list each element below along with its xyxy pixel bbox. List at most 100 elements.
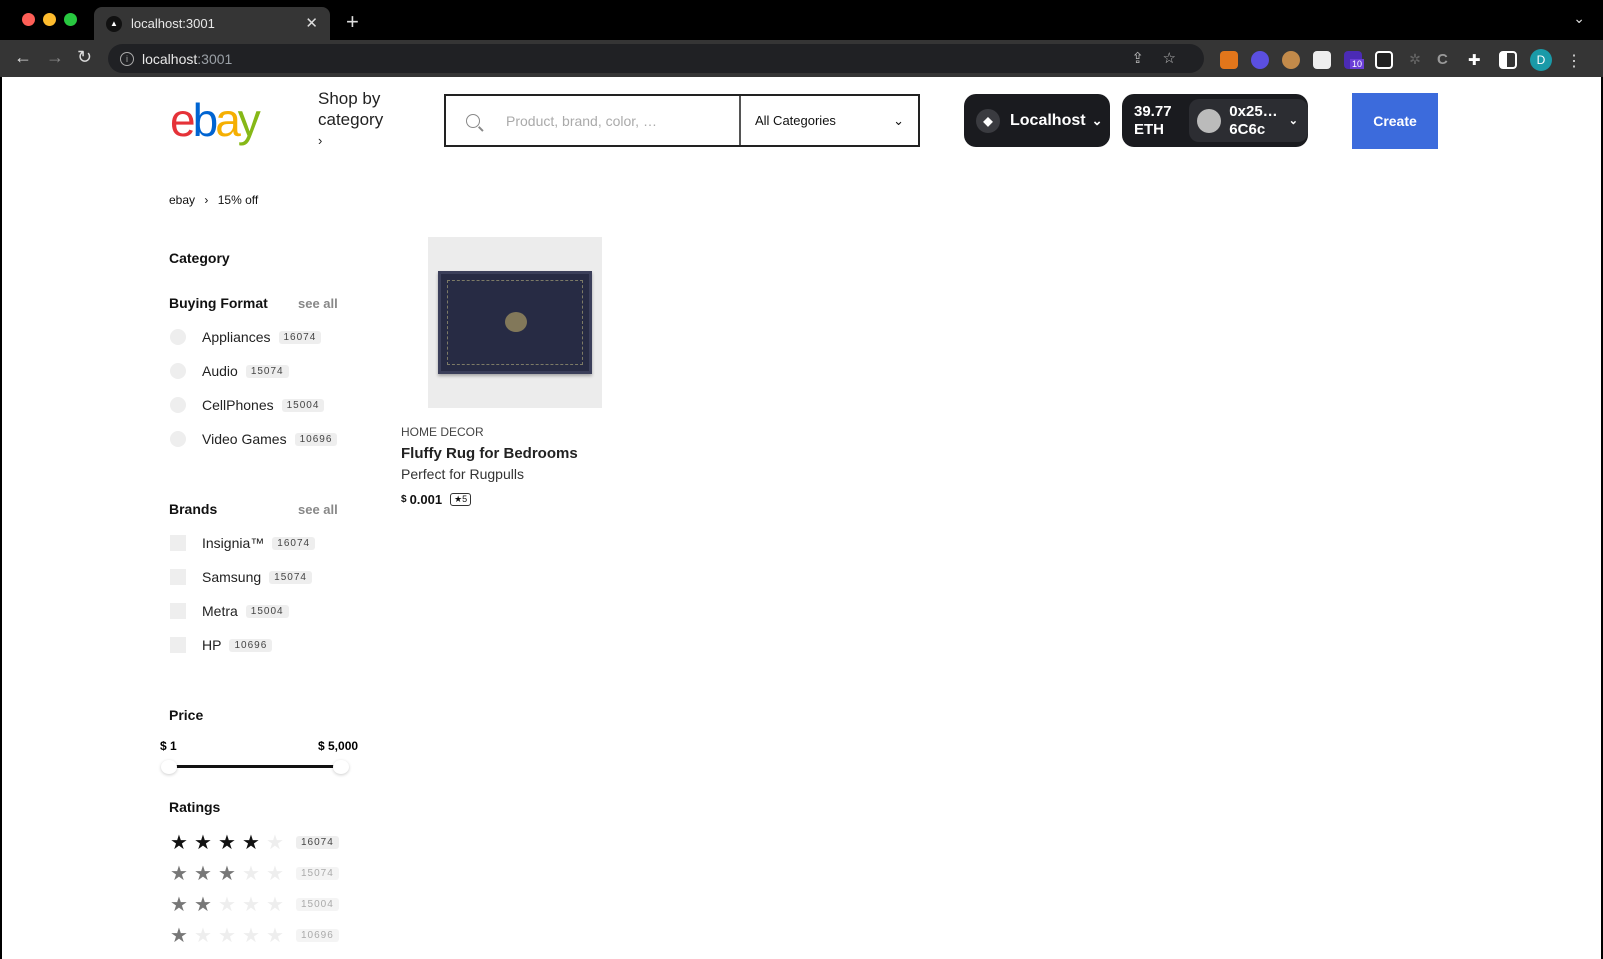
brands-see-all[interactable]: see all <box>298 502 338 517</box>
tab-search-chevron-icon[interactable]: ⌄ <box>1573 10 1585 27</box>
count-badge: 15004 <box>296 898 339 911</box>
radio-button[interactable] <box>170 397 186 413</box>
minimize-window-button[interactable] <box>43 13 56 26</box>
new-tab-button[interactable]: + <box>346 9 359 35</box>
price-slider-track[interactable] <box>172 765 342 768</box>
category-select-value: All Categories <box>755 113 836 128</box>
search-input[interactable]: Product, brand, color, … <box>446 96 741 145</box>
site-info-icon[interactable]: i <box>120 51 134 66</box>
chevron-down-icon: ⌄ <box>893 112 904 128</box>
breadcrumb-current: 15% off <box>217 193 259 207</box>
chevron-down-icon: ⌄ <box>1288 115 1298 127</box>
star-icon: ★ <box>194 894 212 916</box>
ghost-extension-icon[interactable] <box>1251 51 1269 69</box>
star-icon: ★ <box>218 832 236 854</box>
price-max: $ 5,000 <box>318 739 359 753</box>
buying-format-see-all[interactable]: see all <box>298 296 338 311</box>
vercel-favicon-icon: ▲ <box>106 15 122 32</box>
forward-icon[interactable]: → <box>46 47 64 68</box>
metamask-extension-icon[interactable] <box>1220 51 1238 69</box>
rating-filter-option[interactable]: ★ ★ ★ ★ ★ 15074 <box>170 861 339 886</box>
goggles-extension-icon[interactable] <box>1375 51 1393 69</box>
product-image[interactable] <box>428 237 602 408</box>
option-label: Appliances <box>202 329 271 345</box>
category-select[interactable]: All Categories ⌄ <box>741 96 918 145</box>
option-label: Video Games <box>202 431 287 447</box>
checkbox[interactable] <box>170 535 186 551</box>
account-address-pill[interactable]: 0x25… 6C6c ⌄ <box>1189 99 1308 142</box>
logo-letter: b <box>192 94 219 146</box>
c-extension-icon[interactable]: C <box>1437 51 1455 69</box>
breadcrumb-root[interactable]: ebay <box>169 193 195 207</box>
owl-extension-icon[interactable] <box>1282 51 1300 69</box>
checkbox[interactable] <box>170 569 186 585</box>
logo-letter: e <box>170 94 196 146</box>
brand-option[interactable]: HP 10696 <box>170 637 273 653</box>
notes-extension-icon[interactable] <box>1313 51 1331 69</box>
product-title[interactable]: Fluffy Rug for Bedrooms <box>401 445 578 462</box>
ebay-logo[interactable]: ebay <box>170 93 261 147</box>
shop-by-category-button[interactable]: Shop by category › <box>318 88 398 151</box>
count-badge: 16074 <box>272 536 316 550</box>
price-min: $ 1 <box>160 739 177 753</box>
search-placeholder: Product, brand, color, … <box>506 112 657 129</box>
star-icon: ★ <box>194 925 212 947</box>
price-heading: Price <box>169 707 204 723</box>
buying-format-option[interactable]: CellPhones 15004 <box>170 397 325 413</box>
brand-option[interactable]: Insignia™ 16074 <box>170 535 316 551</box>
buying-format-option[interactable]: Audio 15074 <box>170 363 289 379</box>
extension-badge: 10 <box>1350 59 1365 69</box>
count-badge: 15074 <box>296 867 339 880</box>
share-icon[interactable]: ⇪ <box>1131 49 1144 67</box>
chevron-down-icon: ⌄ <box>1091 112 1103 128</box>
buying-format-option[interactable]: Video Games 10696 <box>170 431 338 447</box>
rating-filter-option[interactable]: ★ ★ ★ ★ ★ 15004 <box>170 892 339 917</box>
count-badge: 10696 <box>229 638 273 652</box>
count-badge: 10696 <box>296 929 339 942</box>
reload-icon[interactable]: ↻ <box>77 47 92 68</box>
star-icon: ★ <box>170 894 188 916</box>
maximize-window-button[interactable] <box>64 13 77 26</box>
rating-filter-option[interactable]: ★ ★ ★ ★ ★ 16074 <box>170 830 339 855</box>
logo-letter: a <box>215 94 241 146</box>
checkbox[interactable] <box>170 603 186 619</box>
brand-option[interactable]: Samsung 15074 <box>170 569 312 585</box>
browser-tab[interactable]: ▲ localhost:3001 ✕ <box>94 7 330 40</box>
price-min-handle[interactable] <box>161 760 177 774</box>
address-bar[interactable]: i localhost:3001 ⇪ ☆ <box>108 44 1204 73</box>
network-switch-button[interactable]: ◆ Localhost ⌄ <box>964 94 1110 147</box>
category-heading: Category <box>169 250 230 266</box>
count-badge: 15004 <box>281 398 325 412</box>
back-icon[interactable]: ← <box>14 47 32 68</box>
price-max-handle[interactable] <box>333 760 349 774</box>
brands-heading: Brands <box>169 501 218 517</box>
buying-format-option[interactable]: Appliances 16074 <box>170 329 322 345</box>
close-tab-icon[interactable]: ✕ <box>305 14 318 32</box>
radio-button[interactable] <box>170 431 186 447</box>
count-badge: 15074 <box>245 364 289 378</box>
profile-avatar[interactable]: D <box>1530 49 1552 71</box>
tab-title: localhost:3001 <box>131 16 215 31</box>
menu-kebab-icon[interactable]: ⋮ <box>1565 51 1583 70</box>
page-content: ebay Shop by category › Product, brand, … <box>2 77 1601 959</box>
brand-option[interactable]: Metra 15004 <box>170 603 289 619</box>
bookmark-star-icon[interactable]: ☆ <box>1163 49 1176 67</box>
buying-format-heading: Buying Format <box>169 295 268 311</box>
account-button[interactable]: 39.77 ETH 0x25… 6C6c ⌄ <box>1122 94 1308 147</box>
option-label: CellPhones <box>202 397 274 413</box>
radio-button[interactable] <box>170 329 186 345</box>
close-window-button[interactable] <box>22 13 35 26</box>
side-panel-icon[interactable] <box>1499 51 1517 69</box>
puzzle-extensions-icon[interactable]: ✚ <box>1468 51 1486 69</box>
star-icon: ★ <box>218 925 236 947</box>
create-button[interactable]: Create <box>1352 93 1438 149</box>
bug-extension-icon[interactable]: ✲ <box>1406 51 1424 69</box>
checkbox[interactable] <box>170 637 186 653</box>
count-badge: 16074 <box>296 836 339 849</box>
browser-toolbar: ← → ↻ i localhost:3001 ⇪ ☆ 10 ✲ C ✚ D ⋮ <box>0 40 1603 77</box>
rating-filter-option[interactable]: ★ ★ ★ ★ ★ 10696 <box>170 923 339 948</box>
rating-badge: ★5 <box>450 493 472 506</box>
url-host: localhost <box>142 50 198 67</box>
radio-button[interactable] <box>170 363 186 379</box>
purple-extension-icon[interactable]: 10 <box>1344 51 1365 69</box>
